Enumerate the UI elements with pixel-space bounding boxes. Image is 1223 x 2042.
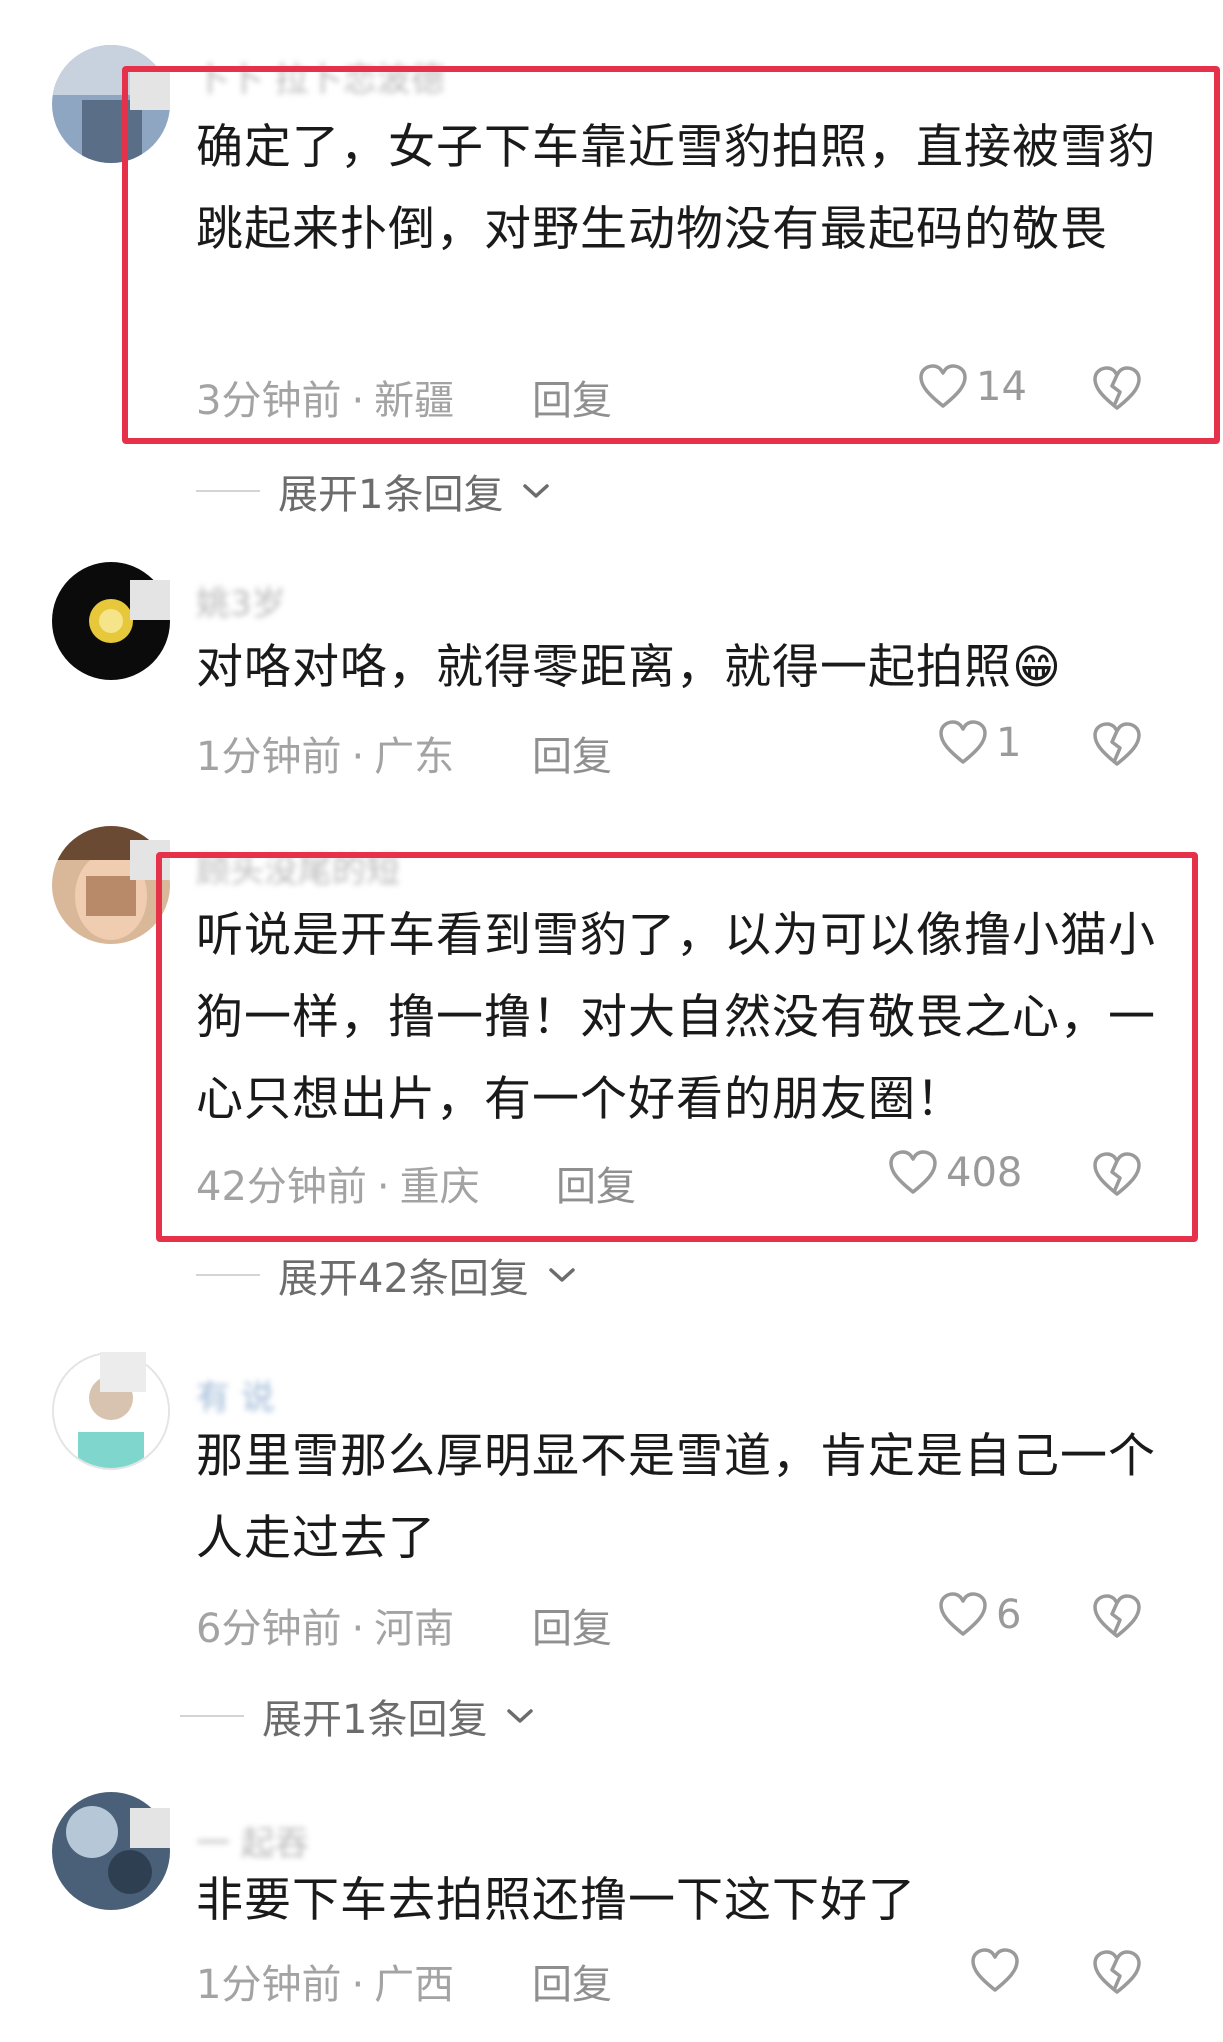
username[interactable]: 卜卜 拉卜恋波德 <box>196 52 445 101</box>
reply-button[interactable]: 回复 <box>556 1154 636 1212</box>
broken-heart-icon <box>1093 366 1141 410</box>
expand-replies[interactable]: 展开1条回复 <box>196 462 551 520</box>
dislike-button[interactable] <box>1092 1152 1142 1202</box>
comment-meta: 3分钟前 · 新疆 <box>196 368 454 426</box>
comment-text: 确定了，女子下车靠近雪豹拍照，直接被雪豹跳起来扑倒，对野生动物没有最起码的敬畏 <box>196 120 1156 257</box>
comment-meta: 1分钟前 · 广西 <box>196 1952 454 2010</box>
expand-replies[interactable]: 展开42条回复 <box>196 1246 577 1304</box>
reply-button[interactable]: 回复 <box>532 1596 612 1654</box>
divider-line <box>196 1274 260 1276</box>
comment-time: 1分钟前 <box>196 734 342 780</box>
reply-button[interactable]: 回复 <box>532 1952 612 2010</box>
expand-label: 展开42条回复 <box>278 1256 529 1302</box>
comment-time: 6分钟前 <box>196 1606 342 1652</box>
dislike-button[interactable] <box>1092 366 1142 416</box>
expand-label: 展开1条回复 <box>278 472 504 518</box>
chevron-down-icon <box>549 1268 575 1282</box>
heart-icon <box>939 1592 987 1636</box>
meta-separator: · <box>351 1606 365 1652</box>
meta-separator: · <box>351 378 365 424</box>
like-button[interactable]: 14 <box>918 364 1027 410</box>
expand-replies[interactable]: 展开1条回复 <box>180 1687 535 1745</box>
chevron-down-icon <box>523 484 550 498</box>
like-count: 6 <box>996 1592 1022 1638</box>
comment-text: 对咯对咯，就得零距离，就得一起拍照😁 <box>196 640 1062 695</box>
comment-time: 42分钟前 <box>196 1164 367 1210</box>
meta-separator: · <box>351 1962 365 2008</box>
avatar-mosaic <box>130 840 170 880</box>
divider-line <box>196 490 260 492</box>
avatar-mosaic <box>100 1352 146 1392</box>
username[interactable]: 有 说 <box>196 1370 275 1419</box>
avatar-mosaic <box>130 580 170 620</box>
comment-meta: 1分钟前 · 广东 <box>196 724 454 782</box>
username[interactable]: 顾头没尾的短 <box>196 843 400 892</box>
dislike-button[interactable] <box>1092 1594 1142 1644</box>
broken-heart-icon <box>1093 1594 1141 1638</box>
heart-icon <box>919 364 967 408</box>
comment-location: 广东 <box>374 734 455 780</box>
like-button[interactable]: 6 <box>938 1592 1021 1638</box>
like-count: 408 <box>946 1150 1023 1196</box>
like-button[interactable] <box>970 1948 1028 1994</box>
comment-text: 非要下车去拍照还撸一下这下好了 <box>196 1873 916 1928</box>
like-count: 14 <box>976 364 1027 410</box>
reply-button[interactable]: 回复 <box>532 724 612 782</box>
comment-text: 那里雪那么厚明显不是雪道，肯定是自己一个人走过去了 <box>196 1429 1156 1566</box>
reply-button[interactable]: 回复 <box>532 368 612 426</box>
comment-location: 河南 <box>374 1606 455 1652</box>
like-count: 1 <box>996 720 1022 766</box>
comment-location: 新疆 <box>374 378 455 424</box>
username[interactable]: 姚3岁 <box>196 576 286 625</box>
broken-heart-icon <box>1093 1950 1141 1994</box>
dislike-button[interactable] <box>1092 722 1142 772</box>
comment-time: 1分钟前 <box>196 1962 342 2008</box>
comment-text: 听说是开车看到雪豹了，以为可以像撸小猫小狗一样，撸一撸！对大自然没有敬畏之心，一… <box>196 908 1156 1127</box>
heart-icon <box>889 1150 937 1194</box>
like-button[interactable]: 408 <box>888 1150 1022 1196</box>
dislike-button[interactable] <box>1092 1950 1142 2000</box>
heart-icon <box>971 1948 1019 1992</box>
like-button[interactable]: 1 <box>938 720 1021 766</box>
broken-heart-icon <box>1093 1152 1141 1196</box>
divider-line <box>180 1715 244 1717</box>
comment-meta: 42分钟前 · 重庆 <box>196 1154 480 1212</box>
broken-heart-icon <box>1093 722 1141 766</box>
heart-icon <box>939 720 987 764</box>
meta-separator: · <box>351 734 365 780</box>
comment-meta: 6分钟前 · 河南 <box>196 1596 454 1654</box>
username[interactable]: 一 起吞 <box>196 1816 309 1865</box>
comment-location: 重庆 <box>399 1164 480 1210</box>
comment-time: 3分钟前 <box>196 378 342 424</box>
comment-location: 广西 <box>374 1962 455 2008</box>
chevron-down-icon <box>507 1709 534 1723</box>
meta-separator: · <box>376 1164 390 1210</box>
avatar-mosaic <box>130 70 170 110</box>
expand-label: 展开1条回复 <box>262 1697 488 1743</box>
avatar-mosaic <box>130 1808 170 1848</box>
